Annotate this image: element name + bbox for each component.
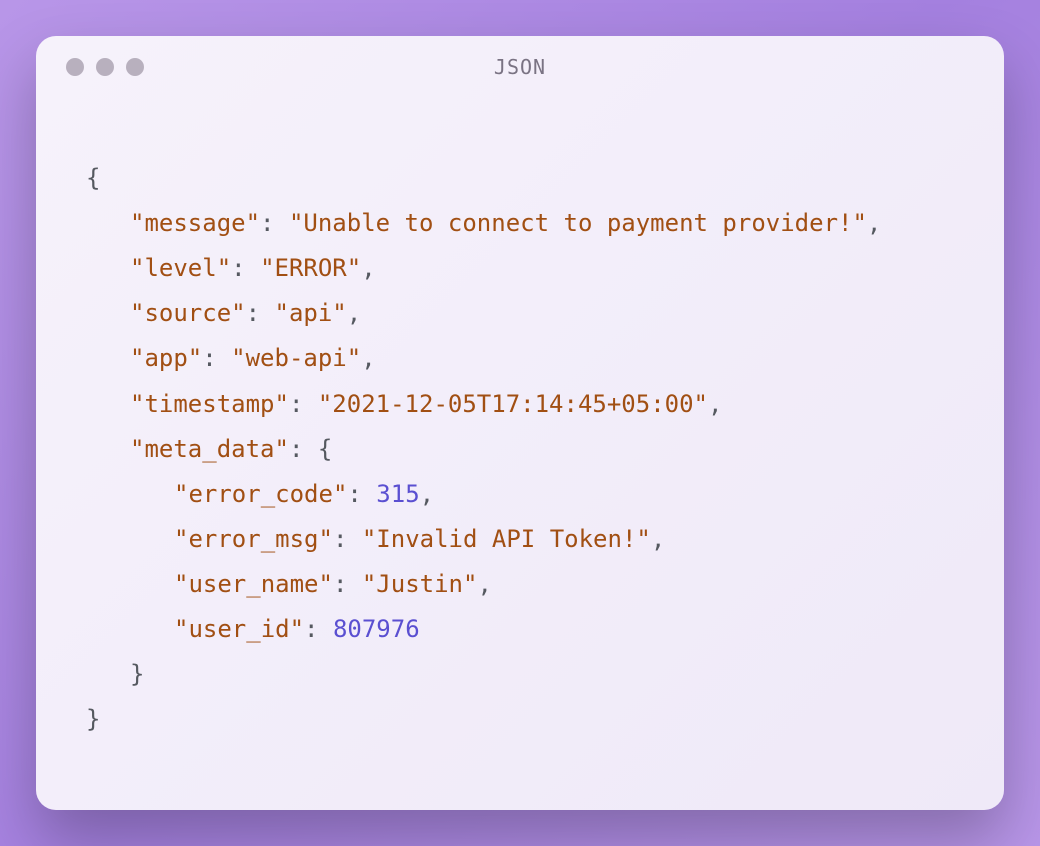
json-string: "2021-12-05T17:14:45+05:00" — [318, 390, 708, 418]
json-key: "app" — [130, 344, 202, 372]
colon: : — [246, 299, 275, 327]
colon: : — [304, 615, 333, 643]
json-string: "Invalid API Token!" — [362, 525, 651, 553]
json-string: "Justin" — [362, 570, 478, 598]
json-key: "error_code" — [174, 480, 347, 508]
json-key: "error_msg" — [174, 525, 333, 553]
json-key: "timestamp" — [130, 390, 289, 418]
titlebar: JSON — [36, 36, 1004, 86]
json-key: "source" — [130, 299, 246, 327]
comma: , — [361, 254, 375, 282]
json-number: 315 — [376, 480, 419, 508]
json-key: "user_id" — [174, 615, 304, 643]
minimize-icon[interactable] — [96, 58, 114, 76]
colon: : — [202, 344, 231, 372]
comma: , — [361, 344, 375, 372]
comma: , — [708, 390, 722, 418]
code-window: JSON { "message": "Unable to connect to p… — [36, 36, 1004, 810]
comma: , — [420, 480, 434, 508]
maximize-icon[interactable] — [126, 58, 144, 76]
colon: : — [333, 570, 362, 598]
colon: : — [289, 390, 318, 418]
open-brace: { — [86, 164, 100, 192]
json-string: "Unable to connect to payment provider!" — [289, 209, 867, 237]
colon: : — [231, 254, 260, 282]
traffic-lights — [66, 58, 144, 76]
json-key: "user_name" — [174, 570, 333, 598]
close-icon[interactable] — [66, 58, 84, 76]
close-brace: } — [86, 705, 100, 733]
comma: , — [651, 525, 665, 553]
code-content: { "message": "Unable to connect to paymen… — [36, 86, 1004, 782]
comma: , — [867, 209, 881, 237]
json-number: 807976 — [333, 615, 420, 643]
window-title: JSON — [36, 55, 1004, 79]
colon: : — [289, 435, 318, 463]
colon: : — [260, 209, 289, 237]
json-string: "api" — [275, 299, 347, 327]
open-brace: { — [318, 435, 332, 463]
comma: , — [347, 299, 361, 327]
json-string: "ERROR" — [260, 254, 361, 282]
json-key: "level" — [130, 254, 231, 282]
comma: , — [477, 570, 491, 598]
json-string: "web-api" — [231, 344, 361, 372]
close-brace: } — [130, 660, 144, 688]
json-key: "meta_data" — [130, 435, 289, 463]
colon: : — [347, 480, 376, 508]
json-key: "message" — [130, 209, 260, 237]
colon: : — [333, 525, 362, 553]
